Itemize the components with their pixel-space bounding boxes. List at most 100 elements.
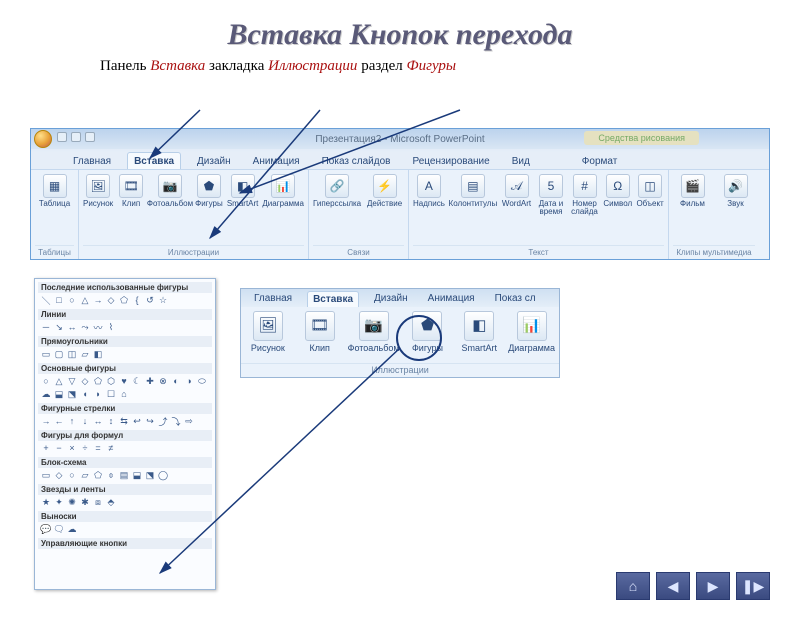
shape-item[interactable]: △	[53, 375, 65, 387]
datetime-button[interactable]: 5Дата и время	[536, 174, 566, 217]
zoom-tab-slideshow[interactable]: Показ сл	[490, 291, 541, 307]
shape-item[interactable]: ⬠	[92, 375, 104, 387]
shape-item[interactable]: ○	[66, 294, 78, 306]
shape-item[interactable]: ↘	[53, 321, 65, 333]
shape-item[interactable]: ⬔	[66, 388, 78, 400]
nav-home-button[interactable]: ⌂	[616, 572, 650, 600]
shape-item[interactable]: ◫	[66, 348, 78, 360]
zoom-tab-home[interactable]: Главная	[249, 291, 297, 307]
tab-home[interactable]: Главная	[67, 153, 117, 169]
shape-item[interactable]: ◇	[105, 294, 117, 306]
shape-item[interactable]: {	[131, 294, 143, 306]
clip-button[interactable]: 🎞Клип	[117, 174, 145, 208]
tab-insert[interactable]: Вставка	[127, 152, 181, 169]
shape-item[interactable]: ↩	[131, 415, 143, 427]
shape-item[interactable]: ⬠	[92, 469, 104, 481]
shape-item[interactable]: ☐	[105, 388, 117, 400]
shapes-gallery-panel[interactable]: Последние использованные фигуры ＼□○△→◇⬠{…	[34, 278, 216, 590]
sound-button[interactable]: 🔊Звук	[716, 174, 755, 208]
chart-button[interactable]: 📊Диаграмма	[262, 174, 304, 208]
shape-item[interactable]: ◇	[53, 469, 65, 481]
shape-item[interactable]: ⇆	[118, 415, 130, 427]
picture-button[interactable]: 🖼Рисунок	[83, 174, 113, 208]
movie-button[interactable]: 🎬Фильм	[673, 174, 712, 208]
shape-item[interactable]: ▭	[40, 469, 52, 481]
shape-item[interactable]: ▱	[79, 469, 91, 481]
shape-item[interactable]: ▱	[79, 348, 91, 360]
shape-item[interactable]: −	[53, 442, 65, 454]
table-button[interactable]: ▦Таблица	[35, 174, 74, 208]
album-button[interactable]: 📷Фотоальбом	[149, 174, 191, 208]
shape-item[interactable]: ◗	[92, 388, 104, 400]
shape-item[interactable]: ⧈	[92, 496, 104, 508]
shape-item[interactable]: ↓	[79, 415, 91, 427]
shape-item[interactable]: ☆	[157, 294, 169, 306]
shape-item[interactable]: ○	[40, 375, 52, 387]
shape-item[interactable]: ◇	[79, 375, 91, 387]
shape-item[interactable]: △	[79, 294, 91, 306]
shape-item[interactable]: ✦	[53, 496, 65, 508]
nav-back-button[interactable]: ◀	[656, 572, 690, 600]
shape-item[interactable]: ◖	[79, 388, 91, 400]
shape-item[interactable]: ⬭	[196, 375, 208, 387]
shape-item[interactable]: ⇨	[183, 415, 195, 427]
tab-slideshow[interactable]: Показ слайдов	[316, 153, 397, 169]
shape-item[interactable]: 💬	[40, 523, 52, 535]
shape-item[interactable]: ↺	[144, 294, 156, 306]
office-button-icon[interactable]	[34, 130, 52, 148]
shape-item[interactable]: ⌇	[105, 321, 117, 333]
zoom-tab-insert[interactable]: Вставка	[307, 291, 359, 307]
shape-item[interactable]: 〰	[92, 321, 104, 333]
shape-item[interactable]: ≠	[105, 442, 117, 454]
shape-item[interactable]: ◐	[170, 375, 182, 387]
shape-item[interactable]: ○	[66, 469, 78, 481]
shape-item[interactable]: ×	[66, 442, 78, 454]
shape-item[interactable]: ☾	[131, 375, 143, 387]
shape-item[interactable]: ⬡	[105, 375, 117, 387]
shape-item[interactable]: ↑	[66, 415, 78, 427]
shape-item[interactable]: ✺	[66, 496, 78, 508]
shape-item[interactable]: ⌽	[105, 469, 117, 481]
shape-item[interactable]: ♥	[118, 375, 130, 387]
shape-item[interactable]: ▽	[66, 375, 78, 387]
tab-format[interactable]: Формат	[576, 153, 624, 169]
shape-item[interactable]: ⬠	[118, 294, 130, 306]
shape-item[interactable]: ⬓	[53, 388, 65, 400]
shape-item[interactable]: ↔	[66, 321, 78, 333]
wordart-button[interactable]: 𝒜WordArt	[501, 174, 532, 208]
shape-item[interactable]: ⊗	[157, 375, 169, 387]
shape-item[interactable]: 🗨	[53, 523, 65, 535]
shape-item[interactable]: ★	[40, 496, 52, 508]
shape-item[interactable]: ◯	[157, 469, 169, 481]
shape-item[interactable]: ←	[53, 415, 65, 427]
shapes-button[interactable]: ⬟Фигуры	[195, 174, 223, 208]
qat-undo-icon[interactable]	[71, 132, 81, 142]
shape-item[interactable]: ⬘	[105, 496, 117, 508]
shape-item[interactable]: ⤴	[157, 415, 169, 427]
shape-item[interactable]: ✱	[79, 496, 91, 508]
shape-item[interactable]: ☁	[40, 388, 52, 400]
shape-item[interactable]: ✚	[144, 375, 156, 387]
headerfooter-button[interactable]: ▤Колонтитулы	[449, 174, 497, 208]
shape-item[interactable]: =	[92, 442, 104, 454]
shape-item[interactable]: ◑	[183, 375, 195, 387]
symbol-button[interactable]: ΩСимвол	[603, 174, 632, 208]
shape-item[interactable]: ⌂	[118, 388, 130, 400]
shape-item[interactable]: ◧	[92, 348, 104, 360]
shape-item[interactable]: ⬔	[144, 469, 156, 481]
tab-design[interactable]: Дизайн	[191, 153, 237, 169]
qat-save-icon[interactable]	[57, 132, 67, 142]
shape-item[interactable]: ▤	[118, 469, 130, 481]
textbox-button[interactable]: AНадпись	[413, 174, 445, 208]
tab-anim[interactable]: Анимация	[247, 153, 306, 169]
tab-review[interactable]: Рецензирование	[406, 153, 495, 169]
shape-item[interactable]: →	[40, 415, 52, 427]
shape-item[interactable]: ⬓	[131, 469, 143, 481]
qat-redo-icon[interactable]	[85, 132, 95, 142]
shape-item[interactable]: ▢	[53, 348, 65, 360]
nav-forward-button[interactable]: ▶	[696, 572, 730, 600]
tab-view[interactable]: Вид	[506, 153, 536, 169]
slidenum-button[interactable]: #Номер слайда	[570, 174, 600, 217]
shape-item[interactable]: →	[92, 294, 104, 306]
zoom-tab-anim[interactable]: Анимация	[423, 291, 480, 307]
